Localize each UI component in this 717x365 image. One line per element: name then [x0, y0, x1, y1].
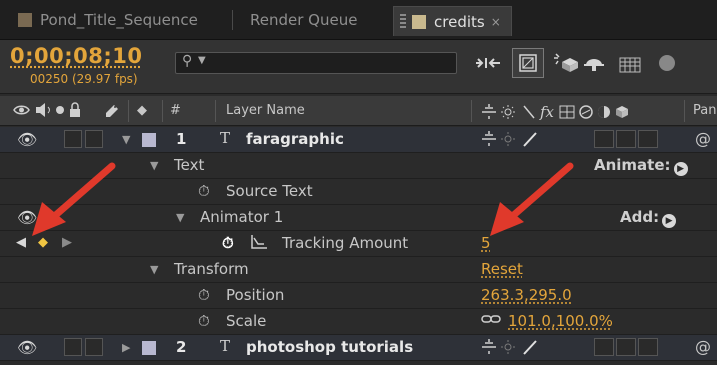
layer-name[interactable]: faragraphic — [246, 130, 344, 148]
layer-switch-boxes[interactable] — [594, 338, 658, 356]
property-group-row[interactable]: ▼ Transform Reset — [0, 257, 717, 283]
play-arrow-icon[interactable]: ▶ — [673, 162, 688, 176]
property-label: Scale — [226, 312, 267, 330]
current-time-display[interactable]: 0;00;08;10 — [10, 44, 142, 68]
animate-label: Animate: — [594, 156, 671, 174]
layer-switch-boxes[interactable] — [594, 130, 658, 148]
av-features-header — [12, 101, 122, 123]
expand-triangle-icon[interactable]: ▼ — [150, 159, 158, 172]
stopwatch-icon[interactable]: ⏱ — [198, 312, 210, 330]
eye-icon[interactable]: 👁 — [17, 338, 37, 357]
label-header-icon: ◆ — [137, 103, 147, 118]
annotation-arrow-icon — [490, 162, 574, 236]
layer-row[interactable]: 👁 ▼ 1 T faragraphic @ — [0, 127, 717, 153]
play-arrow-icon[interactable]: ▶ — [662, 214, 677, 228]
tab-credits[interactable]: credits × — [393, 6, 512, 36]
property-label: Position — [226, 286, 285, 304]
add-label: Add: — [620, 208, 660, 226]
pick-whip-icon[interactable]: @ — [695, 337, 711, 356]
column-divider — [684, 100, 685, 122]
tab-label: Pond_Title_Sequence — [40, 11, 198, 29]
close-icon[interactable]: × — [491, 15, 501, 29]
layer-switches[interactable] — [480, 338, 550, 360]
eye-icon[interactable]: 👁 — [17, 130, 37, 149]
layer-index: 2 — [176, 338, 187, 356]
comp-color-swatch — [18, 13, 32, 27]
text-layer-icon: T — [220, 337, 231, 355]
expand-triangle-icon[interactable]: ▼ — [176, 211, 184, 224]
reset-link[interactable]: Reset — [481, 260, 523, 278]
property-label: Tracking Amount — [282, 234, 409, 252]
frame-count-display: 00250 (29.97 fps) — [30, 72, 138, 86]
property-group-label: Text — [174, 156, 205, 174]
property-row[interactable]: ⏱ Scale 101.0,100.0% — [0, 309, 717, 335]
animate-menu-button[interactable]: Animate: ▶ — [594, 156, 688, 176]
drag-grip-icon[interactable] — [400, 13, 406, 30]
collapse-triangle-icon[interactable]: ▶ — [122, 341, 130, 354]
audio-solo-lock-boxes[interactable] — [64, 338, 103, 356]
property-group-label: Transform — [174, 260, 249, 278]
tab-divider — [232, 10, 233, 30]
column-divider — [128, 100, 129, 122]
layer-name-header[interactable]: Layer Name — [226, 103, 305, 118]
column-divider — [215, 100, 216, 122]
audio-solo-lock-boxes[interactable] — [64, 130, 103, 148]
property-row[interactable]: ⏱ Position 263.3,295.0 — [0, 283, 717, 309]
column-divider — [471, 100, 472, 122]
annotation-arrow-icon — [32, 162, 116, 236]
switches-header: fx — [480, 103, 670, 125]
text-layer-icon: T — [220, 129, 231, 147]
layer-switches[interactable] — [480, 130, 550, 152]
frame-blending-icon[interactable] — [614, 48, 646, 78]
property-group-label: Animator 1 — [200, 208, 284, 226]
constrain-proportions-link-icon[interactable] — [481, 312, 501, 330]
property-label: Source Text — [226, 182, 313, 200]
search-input[interactable] — [175, 52, 457, 74]
add-menu-button[interactable]: Add: ▶ — [620, 208, 677, 228]
search-icon: ⚲ — [182, 53, 193, 69]
comp-mini-flowchart-icon[interactable] — [472, 48, 504, 78]
layer-row[interactable]: 👁 ▶ 2 T photoshop tutorials @ — [0, 335, 717, 361]
stopwatch-active-icon[interactable]: ⏱ — [222, 234, 234, 252]
label-color-swatch[interactable] — [142, 341, 156, 355]
stopwatch-icon[interactable]: ⏱ — [198, 182, 210, 200]
pick-whip-icon[interactable]: @ — [695, 129, 711, 148]
chevron-down-icon[interactable]: ▼ — [198, 55, 206, 66]
motion-blur-icon[interactable] — [650, 48, 682, 78]
stopwatch-icon[interactable]: ⏱ — [198, 286, 210, 304]
hide-layers-icon[interactable] — [578, 48, 610, 78]
comp-color-swatch — [412, 14, 426, 29]
svg-text:fx: fx — [539, 103, 555, 121]
position-value[interactable]: 263.3,295.0 — [481, 286, 572, 304]
label-color-swatch[interactable] — [142, 133, 156, 147]
layer-index: 1 — [176, 130, 187, 148]
expand-triangle-icon[interactable]: ▼ — [150, 263, 158, 276]
tab-pond-title-sequence[interactable]: Pond_Title_Sequence — [8, 6, 208, 34]
tab-render-queue[interactable]: Render Queue — [240, 6, 367, 34]
index-header: # — [170, 103, 181, 118]
graph-editor-icon[interactable] — [250, 234, 268, 254]
column-divider — [162, 100, 163, 122]
parent-header: Pan — [693, 103, 717, 118]
layer-name[interactable]: photoshop tutorials — [246, 338, 413, 356]
scale-value[interactable]: 101.0,100.0% — [508, 312, 613, 330]
draft-3d-icon[interactable] — [512, 48, 544, 78]
expand-triangle-icon[interactable]: ▼ — [122, 133, 130, 146]
tab-label: Render Queue — [250, 11, 358, 29]
tab-label: credits — [434, 12, 485, 31]
